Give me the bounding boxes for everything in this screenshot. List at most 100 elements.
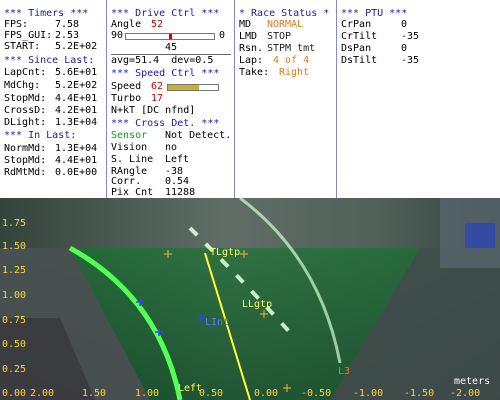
ptu-value-dspan: 0 [401,43,408,54]
since-label-mdchg: MdChg: [4,80,41,91]
cross-label-sline: S. Line [111,154,154,165]
x-tick: -0.50 [301,388,332,399]
in-last-header: *** In Last: [4,130,77,141]
in-label-rdmtmd: RdMtMd: [4,167,47,178]
timer-label-start: START: [4,41,41,52]
timers-header: *** Timers *** [4,8,89,19]
ptu-value-crpan: 0 [401,19,408,30]
since-value-lapcnt: 5.6E+01 [55,67,98,78]
x-tick: 0.00 [254,388,279,399]
in-label-stopmd: StopMd: [4,155,47,166]
cross-value-corr: 0.54 [165,176,190,187]
cross-value-vision: no [165,142,178,153]
x-tick: 2.00 [30,388,55,399]
lap-value: 4 of 4 [273,55,310,66]
speed-bar-fill [168,85,199,90]
y-tick: 0.75 [2,315,27,326]
y-tick: 1.75 [2,218,27,229]
turbo-value: 17 [151,93,164,104]
timer-value-fps: 7.58 [55,19,80,30]
speed-value: 62 [151,81,164,92]
since-value-crossd: 4.2E+01 [55,105,98,116]
marker-label: L3 [338,366,351,377]
y-tick: 1.50 [2,241,27,252]
in-value-normmd: 1.3E+04 [55,143,98,154]
since-value-dlight: 1.3E+04 [55,117,98,128]
angle-slider-value: 45 [165,42,178,53]
angle-label: Angle [111,19,142,30]
drive-ctrl-panel: *** Drive Ctrl *** Angle 52 90 0 45 avg=… [107,0,233,198]
lmd-value: STOP [267,31,292,42]
since-value-stopmd: 4.4E+01 [55,93,98,104]
in-value-stopmd: 4.4E+01 [55,155,98,166]
ptu-value-dstilt: -35 [401,55,420,66]
right-noise-patch [465,223,495,248]
timer-value-fps-gui: 2.53 [55,30,80,41]
turbo-label: Turbo [111,93,142,104]
ptu-value-crtilt: -35 [401,31,420,42]
in-value-rdmtmd: 0.0E+00 [55,167,98,178]
y-tick: 0.00 [2,388,27,399]
ptu-panel: *** PTU *** CrPan 0 CrTilt -35 DsPan 0 D… [337,0,500,198]
since-last-header: *** Since Last: [4,55,95,66]
angle-slider-max: 0 [219,30,226,41]
ptu-label-crtilt: CrTilt [341,31,378,42]
lmd-label: LMD [239,31,258,42]
cross-value-pixcnt: 11288 [165,187,196,198]
timers-panel: *** Timers *** FPS: 7.58 FPS_GUI: 2.53 S… [0,0,105,198]
speed-bar [167,84,219,91]
since-value-mdchg: 5.2E+02 [55,80,98,91]
reason-label: Rsn. [239,43,264,54]
cross-label-corr: Corr. [111,176,142,187]
timer-label-fps: FPS: [4,19,29,30]
take-value: Right [279,67,310,78]
timer-label-fps-gui: FPS_GUI: [4,30,53,41]
ptu-header: *** PTU *** [341,8,408,19]
since-label-crossd: CrossD: [4,105,47,116]
cross-value-sensor: Not Detect. [165,130,232,141]
x-tick: 1.00 [135,388,160,399]
lint-label: LInt [205,317,230,328]
y-tick: 0.25 [2,364,27,375]
angle-value: 52 [151,19,164,30]
cross-value-sline: Left [165,154,190,165]
units-label: meters [454,376,491,387]
avg-dev-line: avg=51.4 dev=0.5 [111,54,231,66]
angle-slider-min: 90 [111,30,124,41]
x-tick: -1.50 [404,388,435,399]
ptu-label-dspan: DsPan [341,43,372,54]
cross-label-pixcnt: Pix Cnt [111,187,154,198]
speed-ctrl-header: *** Speed Ctrl *** [111,68,220,79]
race-status-header: * Race Status * [239,8,330,19]
take-label: Take: [239,67,270,78]
y-tick: 1.25 [2,265,27,276]
timer-value-start: 5.2E+02 [55,41,98,52]
x-tick: -1.00 [353,388,384,399]
x-tick: -2.00 [450,388,481,399]
ptu-label-dstilt: DsTilt [341,55,378,66]
x-tick: 1.50 [82,388,107,399]
y-tick: 1.00 [2,290,27,301]
cross-label-sensor: Sensor [111,130,148,141]
race-status-panel: * Race Status * MD NORMAL LMD STOP Rsn. … [235,0,335,198]
since-label-dlight: DLight: [4,117,47,128]
angle-slider[interactable] [125,33,215,40]
drive-ctrl-header: *** Drive Ctrl *** [111,8,220,19]
cross-label-vision: Vision [111,142,148,153]
angle-slider-thumb[interactable] [169,34,172,39]
md-value: NORMAL [267,19,304,30]
cross-det-header: *** Cross Det. *** [111,118,220,129]
since-label-stopmd: StopMd: [4,93,47,104]
x-tick: 0.50 [199,388,224,399]
camera-view: TLgtp LLgtp LInt Left L3 1.75 1.50 1.25 … [0,198,500,400]
lap-label: Lap: [239,55,264,66]
nkt-line: N+kT [DC nfnd] [111,105,196,116]
since-label-lapcnt: LapCnt: [4,67,47,78]
llgtp-label: LLgtp [242,299,273,310]
reason-value: STPM tmt [267,43,316,54]
md-label: MD [239,19,252,30]
speed-label: Speed [111,81,142,92]
in-label-normmd: NormMd: [4,143,47,154]
ptu-label-crpan: CrPan [341,19,372,30]
tlgtp-label: TLgtp [210,247,241,258]
